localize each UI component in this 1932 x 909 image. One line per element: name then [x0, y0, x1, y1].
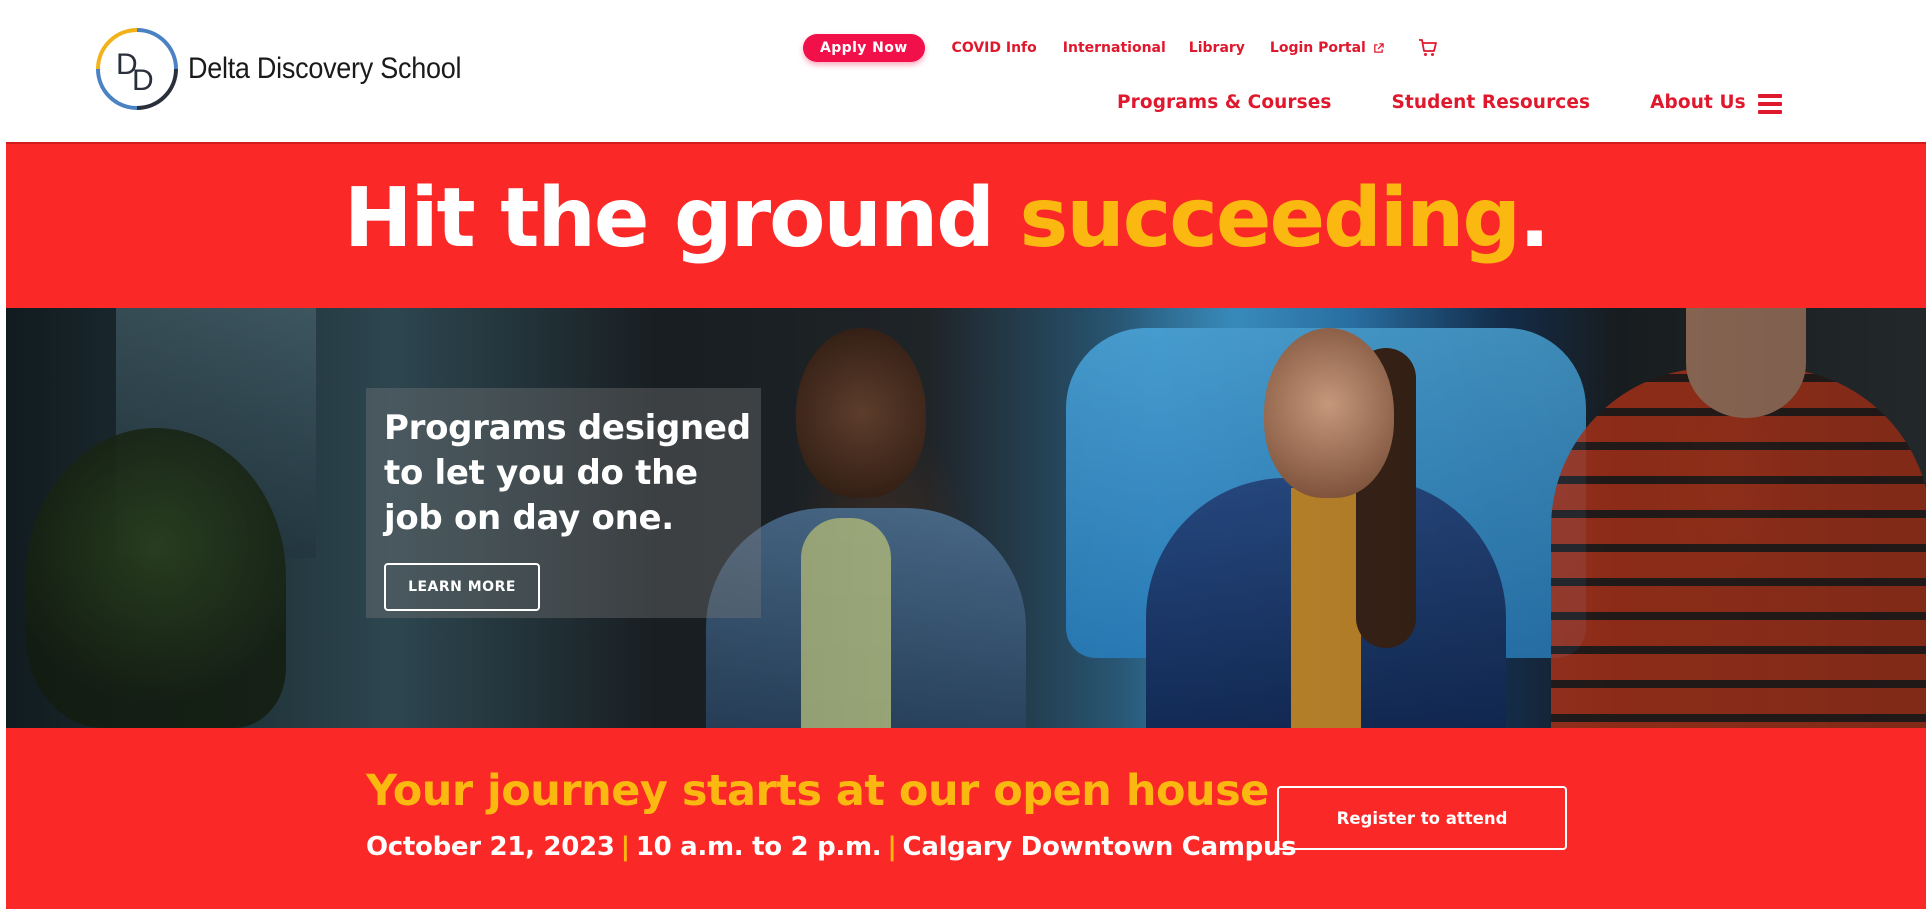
hero-title-accent: succeeding — [1019, 171, 1522, 266]
svg-text:D: D — [132, 64, 154, 97]
open-house-time: 10 a.m. to 2 p.m. — [635, 832, 882, 862]
logo-text: Delta Discovery School — [188, 52, 462, 85]
open-house-details: October 21, 2023 | 10 a.m. to 2 p.m. | Calga… — [366, 832, 1297, 862]
covid-info-link[interactable]: COVID Info — [952, 40, 1037, 56]
apply-now-button[interactable]: Apply Now — [803, 34, 925, 62]
logo-mark-icon: D D — [96, 28, 178, 110]
hero-photo: Programs designed to let you do the job … — [6, 308, 1926, 728]
open-house-date: October 21, 2023 — [366, 832, 615, 862]
details-separator: | — [620, 832, 631, 862]
library-link[interactable]: Library — [1189, 40, 1245, 56]
open-house-title: Your journey starts at our open house — [366, 766, 1269, 816]
open-house-banner: Your journey starts at our open house Oc… — [6, 728, 1926, 909]
open-house-location: Calgary Downtown Campus — [902, 832, 1297, 862]
site-logo[interactable]: D D Delta Discovery School — [94, 26, 492, 112]
hero-title-main: Hit the ground — [343, 171, 995, 266]
nav-programs-courses[interactable]: Programs & Courses — [1117, 92, 1332, 113]
external-link-icon — [1374, 42, 1384, 53]
nav-student-resources[interactable]: Student Resources — [1392, 92, 1591, 113]
international-link[interactable]: International — [1063, 40, 1166, 56]
utility-nav: Apply Now COVID Info International Libra… — [803, 34, 1438, 62]
login-portal-label: Login Portal — [1269, 40, 1366, 56]
hero-title-period: . — [1519, 171, 1550, 266]
main-nav: Programs & Courses Student Resources Abo… — [1117, 92, 1746, 113]
photo-overlay — [6, 308, 1926, 728]
promo-heading: Programs designed to let you do the job … — [384, 408, 751, 538]
shopping-cart-icon[interactable] — [1418, 39, 1438, 57]
hamburger-menu-icon[interactable] — [1758, 94, 1784, 116]
promo-card: Programs designed to let you do the job … — [366, 388, 761, 618]
register-to-attend-button[interactable]: Register to attend — [1277, 786, 1567, 850]
site-header: D D Delta Discovery School Apply Now COV… — [0, 0, 1932, 142]
nav-about-us[interactable]: About Us — [1650, 92, 1746, 113]
login-portal-link[interactable]: Login Portal — [1270, 40, 1384, 56]
learn-more-button[interactable]: LEARN MORE — [384, 563, 540, 611]
hero-banner: Hit the ground succeeding. — [6, 142, 1926, 308]
details-separator: | — [887, 832, 897, 862]
hero-title: Hit the ground succeeding. — [0, 171, 1906, 266]
